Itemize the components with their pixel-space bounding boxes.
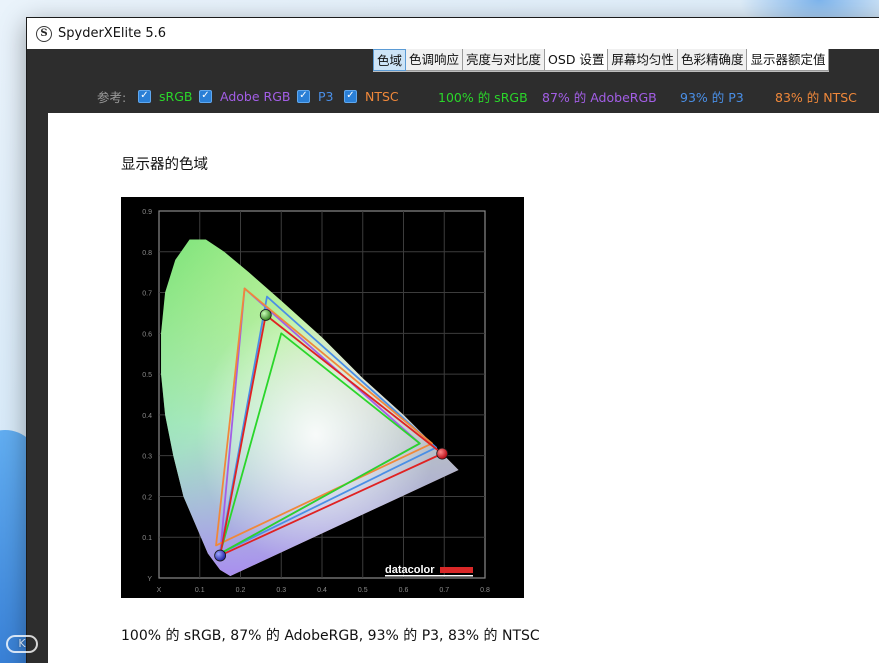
y-tick-label: 0.1 [142,535,152,542]
x-tick-label: 0.5 [358,587,368,594]
y-tick-label: 0.5 [142,372,152,379]
spectral-locus [161,239,459,576]
tab-brightness-contrast[interactable]: 亮度与对比度 [463,49,546,71]
report-tabs: 色域 色调响应 亮度与对比度 OSD 设置 屏幕均匀性 色彩精确度 显示器额定值 [373,49,830,71]
cie-gamut-chart: X 0.1 0.2 0.3 0.4 0.5 0.6 0.7 0.8 Y 0.1 0.2 0.3 0.4 0.… [142,209,490,594]
adobe-rgb-checkbox-label[interactable]: Adobe RGB [220,89,290,104]
srgb-coverage: 100% 的 sRGB [438,89,528,105]
ntsc-checkbox-label[interactable]: NTSC [365,89,399,104]
srgb-checkbox[interactable]: ✓ [138,89,151,103]
x-tick-label: 0.8 [480,587,490,594]
white-point-glow [161,239,459,576]
y-tick-label: Y [147,576,152,583]
tab-divider [373,71,829,72]
x-tick-label: 0.2 [236,587,246,594]
tab-screen-uniformity[interactable]: 屏幕均匀性 [608,49,678,71]
reference-label: 参考: [97,89,127,105]
x-tick-label: 0.6 [399,587,409,594]
p3-checkbox-label[interactable]: P3 [318,89,334,104]
x-tick-label: X [157,587,162,594]
datacolor-logo-bar [440,567,473,573]
tab-monitor-rating[interactable]: 显示器额定值 [747,49,830,71]
datacolor-logo-text: datacolor [385,564,435,576]
gamut-figure: X 0.1 0.2 0.3 0.4 0.5 0.6 0.7 0.8 Y 0.1 0.2 0.3 0.4 0.… [121,197,524,598]
y-tick-label: 0.8 [142,250,152,257]
y-tick-label: 0.4 [142,413,152,420]
adobe-rgb-coverage: 87% 的 AdobeRGB [542,89,657,105]
app-window: S SpyderXElite 5.6 色域 色调响应 亮度与对比度 OSD 设置… [26,17,879,663]
tab-tone-response[interactable]: 色调响应 [406,49,464,71]
spyder-app-icon: S [36,25,52,42]
title-bar: S SpyderXElite 5.6 [27,18,879,49]
primary-marker [259,309,272,321]
watermark-logo-icon: K [6,635,38,653]
coverage-summary: 100% 的 sRGB, 87% 的 AdobeRGB, 93% 的 P3, 8… [121,628,540,644]
x-tick-label: 0.4 [317,587,327,594]
srgb-checkbox-label[interactable]: sRGB [159,89,192,104]
primary-marker [436,447,449,460]
report-content: 显示器的色域 X 0.1 0.2 0.3 0.4 0.5 0.6 0.7 0.8… [48,113,879,663]
primary-marker [214,549,227,562]
section-title: 显示器的色域 [121,157,208,173]
tab-gamut[interactable]: 色域 [373,49,407,71]
watermark: K [6,635,38,653]
y-tick-label: 0.2 [142,494,152,501]
left-rail [27,113,48,663]
ntsc-coverage: 83% 的 NTSC [775,89,857,105]
x-tick-label: 0.3 [276,587,286,594]
x-tick-label: 0.7 [439,587,449,594]
window-title: SpyderXElite 5.6 [58,26,167,41]
datacolor-logo-rule [385,575,473,577]
p3-checkbox[interactable]: ✓ [297,89,310,103]
p3-coverage: 93% 的 P3 [680,89,744,105]
reference-bar: 参考: ✓ sRGB ✓ Adobe RGB ✓ P3 ✓ NTSC 100% … [27,82,879,110]
tab-color-accuracy[interactable]: 色彩精确度 [677,49,748,71]
x-tick-label: 0.1 [195,587,205,594]
adobe-rgb-checkbox[interactable]: ✓ [199,89,212,103]
y-tick-label: 0.9 [142,209,152,216]
y-tick-label: 0.6 [142,331,152,338]
ntsc-checkbox[interactable]: ✓ [344,89,357,103]
datacolor-logo: datacolor [385,564,473,577]
y-tick-label: 0.3 [142,454,152,461]
tab-osd-settings[interactable]: OSD 设置 [545,49,609,71]
y-tick-label: 0.7 [142,291,152,298]
